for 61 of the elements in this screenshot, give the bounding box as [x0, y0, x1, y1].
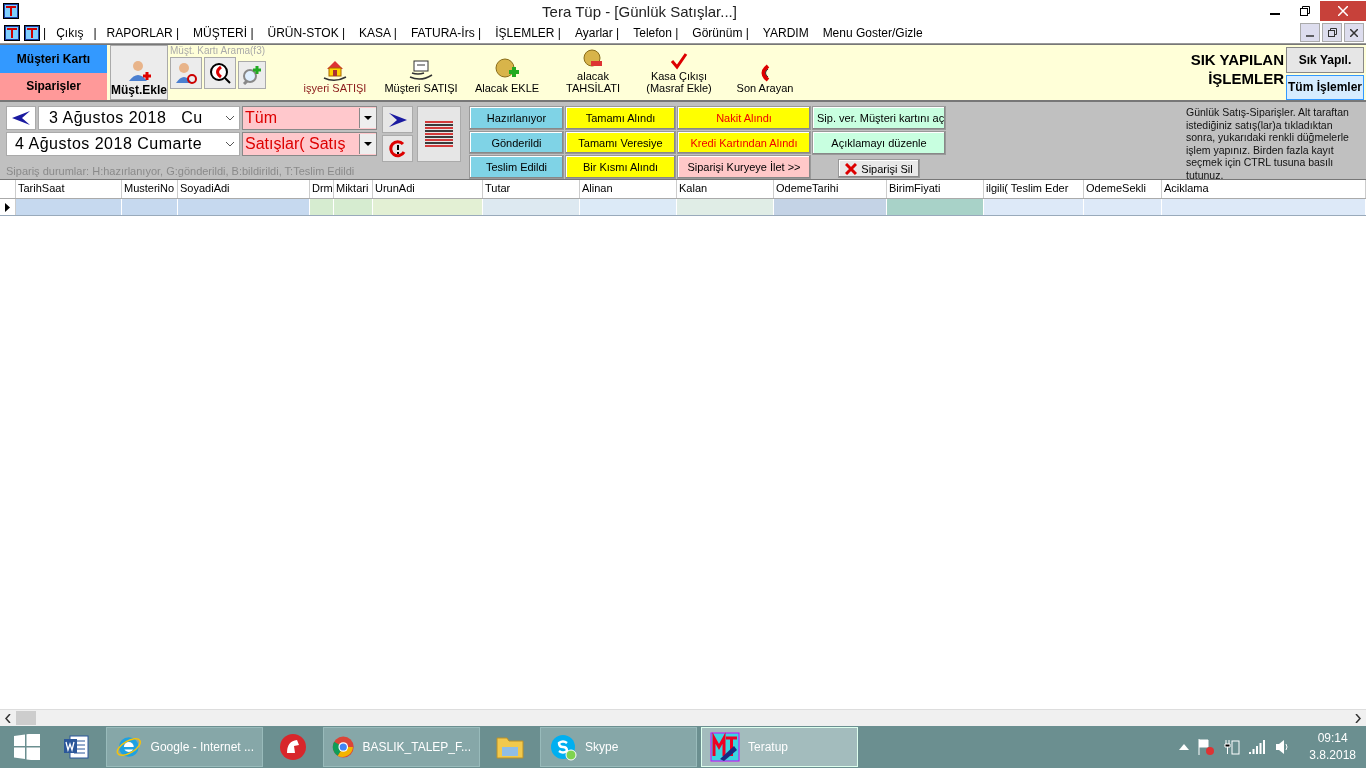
- column-header[interactable]: Kalan: [677, 180, 774, 198]
- action-button[interactable]: Gönderildi: [469, 130, 564, 155]
- column-header[interactable]: BirimFiyati: [887, 180, 984, 198]
- date-from-field[interactable]: 3 Ağustos 2018 Cu: [38, 106, 240, 130]
- toolbar-button[interactable]: Alacak EKLE: [464, 45, 550, 100]
- menu-item[interactable]: MÜŞTERİ |: [186, 25, 261, 40]
- search-label: Müşt. Kartı Arama(f3): [170, 45, 267, 57]
- column-header[interactable]: UrunAdi: [373, 180, 483, 198]
- action-button[interactable]: Teslim Edildi: [469, 155, 564, 179]
- action-button[interactable]: Nakit Alındı: [677, 106, 811, 130]
- date-to-field[interactable]: 4 Ağustos 2018 Cumarte: [6, 132, 240, 156]
- menu-item[interactable]: YARDIM: [755, 25, 816, 40]
- column-header[interactable]: Tutar: [483, 180, 580, 198]
- help-text: Günlük Satış-Siparişler. Alt taraftan istediğiniz satış(lar)a tıkladıktan sonra, yukarıdaki renkli düğmelerle işlem yapınız. Birden fazla kayıt seçmek için CTRL tusuna basılı tutunuz.: [1186, 106, 1350, 179]
- menu-separator: |: [42, 25, 48, 40]
- action-button[interactable]: Tamamı Veresiye: [565, 130, 676, 155]
- menu-separator: |: [92, 25, 98, 40]
- toolbar-button[interactable]: Son Arayan: [722, 45, 808, 100]
- action-button[interactable]: Siparişi Kuryeye İlet >>: [677, 155, 811, 179]
- action-button[interactable]: Kredi Kartından Alındı: [677, 130, 811, 155]
- menu-item[interactable]: Görünüm |: [685, 25, 756, 40]
- column-header[interactable]: MusteriNo: [122, 180, 178, 198]
- menu-item[interactable]: Çıkış: [49, 25, 91, 40]
- toolbar-button[interactable]: işyeri SATIŞI: [292, 45, 378, 100]
- menu-item[interactable]: FATURA-İrs |: [403, 25, 489, 40]
- menu-item[interactable]: İŞLEMLER |: [488, 25, 568, 40]
- menu-item[interactable]: Ayarlar |: [567, 25, 627, 40]
- view-tab[interactable]: Tüm İşlemler: [1286, 74, 1364, 100]
- menu-item[interactable]: Menu Goster/Gizle: [815, 25, 930, 40]
- menu-item[interactable]: ÜRÜN-STOK |: [260, 25, 353, 40]
- type-dropdown[interactable]: Satışlar( Satış: [242, 132, 377, 156]
- clock-time[interactable]: 09:14: [1317, 730, 1348, 747]
- toolbar-button[interactable]: Kasa Çıkışı (Masraf Ekle): [636, 45, 722, 100]
- section-heading: SIK YAPILAN İŞLEMLER: [1189, 50, 1284, 89]
- status-dropdown[interactable]: Tüm: [242, 106, 377, 130]
- column-header[interactable]: TarihSaat: [16, 180, 122, 198]
- column-header[interactable]: ilgili( Teslim Eder: [984, 180, 1084, 198]
- column-header[interactable]: Miktari: [334, 180, 373, 198]
- window-title: Tera Tüp - [Günlük Satışlar...]: [541, 2, 738, 20]
- menu-item[interactable]: RAPORLAR |: [99, 25, 187, 40]
- column-header[interactable]: Drm: [310, 180, 334, 198]
- action-button[interactable]: Tamamı Alındı: [565, 106, 676, 130]
- action-button[interactable]: Sip. ver. Müşteri kartını aç: [812, 106, 946, 130]
- column-header[interactable]: Aciklama: [1162, 180, 1366, 198]
- add-customer-button[interactable]: Müşt.Ekle: [110, 45, 168, 100]
- toolbar-button[interactable]: alacak TAHSİLATI: [550, 45, 636, 100]
- action-button[interactable]: Bir Kısmı Alındı: [565, 155, 676, 179]
- clock-date[interactable]: 3.8.2018: [1309, 747, 1356, 764]
- delete-order-button[interactable]: Siparişi Sil: [838, 159, 920, 178]
- column-header[interactable]: Alinan: [580, 180, 677, 198]
- customer-card-button[interactable]: Müşteri Kartı: [0, 45, 107, 73]
- menu-item[interactable]: KASA |: [352, 25, 404, 40]
- column-header[interactable]: OdemeTarihi: [774, 180, 887, 198]
- action-button[interactable]: Açıklamayı düzenle: [812, 131, 946, 155]
- view-tab[interactable]: Sık Yapıl.: [1286, 47, 1364, 73]
- orders-button[interactable]: Siparişler: [0, 72, 107, 100]
- column-header[interactable]: OdemeSekli: [1084, 180, 1162, 198]
- menu-item[interactable]: Telefon |: [626, 25, 686, 40]
- toolbar-button[interactable]: Müşteri SATIŞI: [378, 45, 464, 100]
- column-header[interactable]: SoyadiAdi: [178, 180, 310, 198]
- action-button[interactable]: Hazırlanıyor: [469, 106, 564, 130]
